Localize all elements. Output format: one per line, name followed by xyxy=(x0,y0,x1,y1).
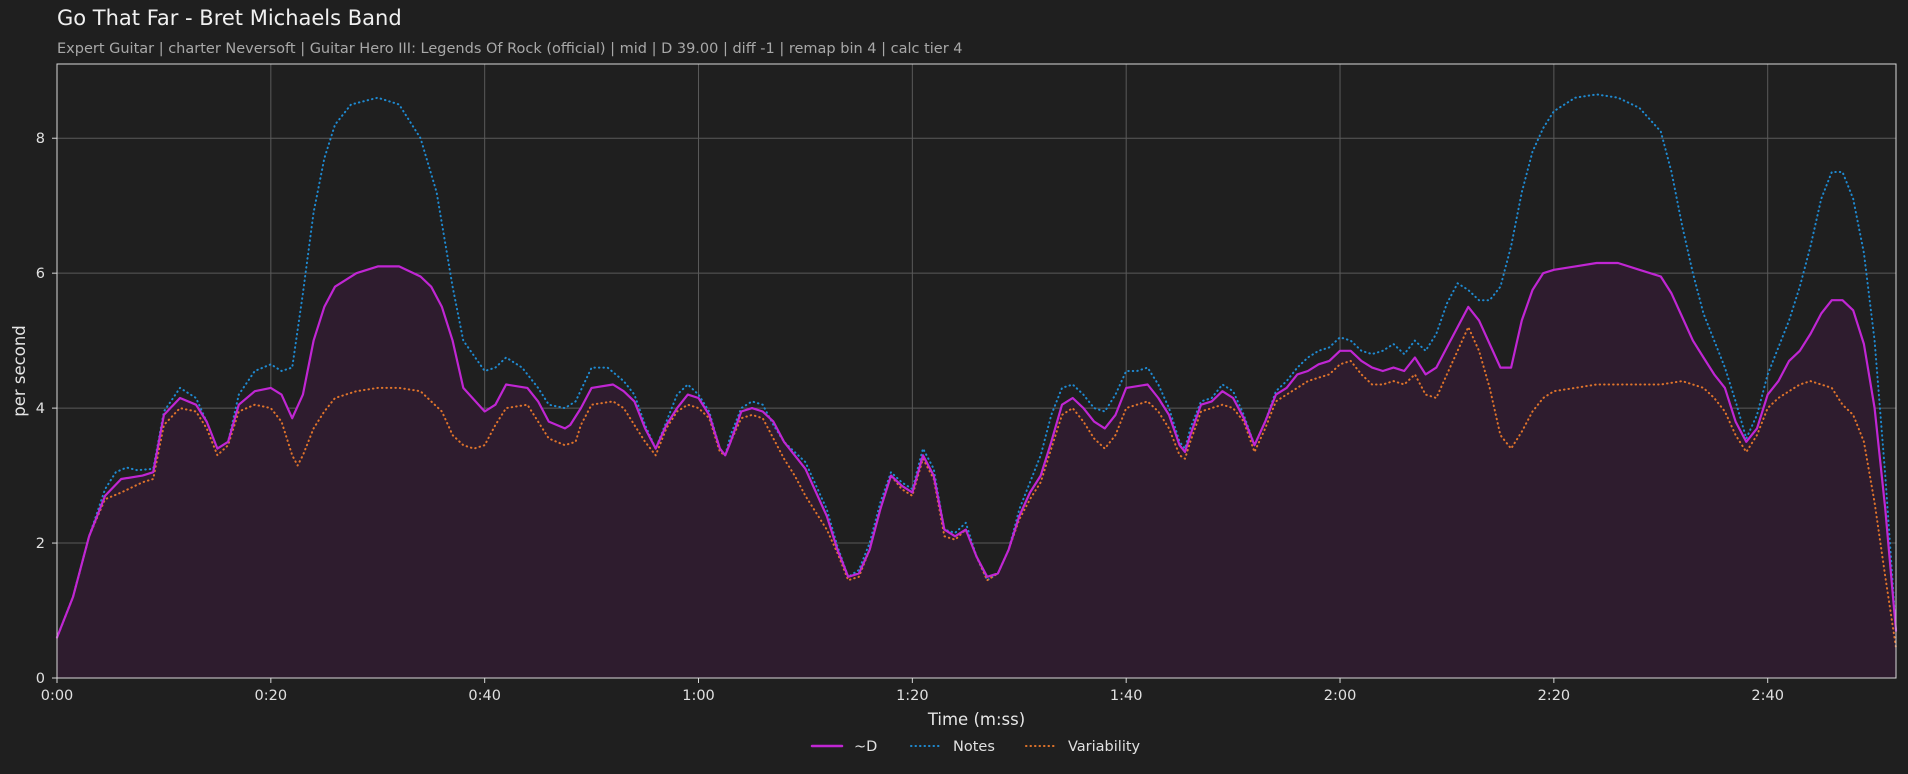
x-tick-label: 0:00 xyxy=(41,688,74,704)
y-tick-label: 8 xyxy=(36,131,45,147)
y-tick-label: 6 xyxy=(36,266,45,282)
x-tick-label: 0:40 xyxy=(468,688,501,704)
x-tick-label: 1:40 xyxy=(1110,688,1143,704)
x-axis: 0:00 0:20 0:40 1:00 1:20 1:40 2:00 2:20 2:40 xyxy=(41,678,1784,704)
legend-label-variability: Variability xyxy=(1068,739,1141,755)
x-tick-label: 1:20 xyxy=(896,688,929,704)
series-fill-d xyxy=(57,263,1896,678)
y-tick-label: 0 xyxy=(36,671,45,687)
legend-label-d: ~D xyxy=(854,739,877,755)
x-tick-label: 1:00 xyxy=(682,688,715,704)
y-tick-label: 4 xyxy=(36,401,45,417)
x-tick-label: 2:40 xyxy=(1751,688,1784,704)
legend: ~D Notes Variability xyxy=(810,739,1141,755)
line-chart: 0:00 0:20 0:40 1:00 1:20 1:40 2:00 2:20 2:40 0 2 4… xyxy=(10,63,1898,755)
y-axis: 0 2 4 6 8 xyxy=(36,131,57,687)
x-tick-label: 2:00 xyxy=(1324,688,1357,704)
x-tick-label: 2:20 xyxy=(1538,688,1571,704)
x-axis-label: Time (m:ss) xyxy=(927,710,1025,729)
legend-label-notes: Notes xyxy=(953,739,995,755)
y-axis-label: per second xyxy=(10,325,29,417)
y-tick-label: 2 xyxy=(36,536,45,552)
x-tick-label: 0:20 xyxy=(255,688,288,704)
series-fill-layer xyxy=(57,263,1896,678)
